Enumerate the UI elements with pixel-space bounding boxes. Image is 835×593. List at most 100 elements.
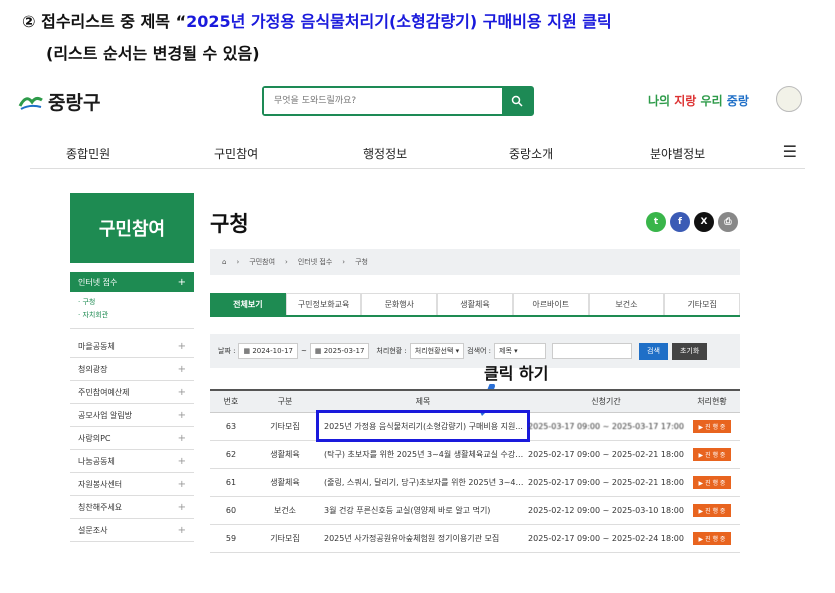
slogan-part-2: 지랑: [674, 94, 701, 108]
status-badge: ▶ 진 행 중: [692, 419, 732, 433]
search-input[interactable]: [264, 88, 502, 114]
sidebar-sub-item[interactable]: · 자치회관: [78, 309, 186, 322]
breadcrumb-item[interactable]: 인터넷 접수: [298, 257, 332, 267]
sidebar-item[interactable]: 공모사업 알림방 +: [70, 404, 194, 427]
cell-category: 기타모집: [252, 412, 318, 441]
status-badge: ▶ 진 행 중: [692, 503, 732, 517]
slogan-part-4: 중랑: [726, 94, 749, 108]
breadcrumb-item[interactable]: 구민참여: [249, 257, 275, 267]
keyword-input[interactable]: [552, 343, 633, 359]
sidebar-sub-menu: · 구청 · 자치회관: [70, 292, 194, 329]
nav-item-about[interactable]: 중랑소개: [509, 145, 553, 162]
table-row: 62 생활체육 (탁구) 초보자를 위한 2025년 3~4월 생활체육교실 수…: [210, 440, 740, 469]
cell-status: ▶ 진 행 중: [684, 524, 740, 553]
sidebar-item[interactable]: 사랑의PC +: [70, 427, 194, 450]
site-logo[interactable]: 중랑구: [18, 88, 100, 115]
sidebar-item[interactable]: 마을공동체 +: [70, 335, 194, 358]
filter-bar: 날짜 : ▦ 2024-10-17 ~ ▦ 2025-03-17 처리현황 : …: [210, 334, 740, 368]
status-label: 처리현황 :: [376, 347, 407, 355]
cell-period: 2025-02-17 09:00 ~ 2025-02-24 18:00: [528, 524, 684, 553]
tab-all[interactable]: 전체보기: [210, 293, 286, 315]
slogan-part-3: 우리: [700, 94, 727, 108]
plus-icon: +: [177, 276, 186, 288]
sidebar-item[interactable]: 설문조사 +: [70, 519, 194, 542]
sidebar: 인터넷 접수 + · 구청 · 자치회관 마을공동체 + 청의광장 + 주민참여예산제…: [70, 272, 194, 542]
calendar-icon: ▦: [314, 347, 324, 355]
col-status: 처리현황: [684, 389, 740, 413]
tab-sports[interactable]: 생활체육: [437, 293, 513, 315]
cell-no: 59: [210, 524, 252, 553]
nav-item-civil[interactable]: 종합민원: [66, 145, 110, 162]
sidebar-item[interactable]: 나눔공동체 +: [70, 450, 194, 473]
target-title-link[interactable]: 2025년 가정용 음식물처리기(소형감량기) 구매비용 지원...: [316, 410, 530, 442]
row-title-link[interactable]: 2025년 사가정공원유아숲체험원 정기이용기관 모집: [318, 524, 528, 553]
instruction-prefix: ② 접수리스트 중 제목 “: [22, 12, 187, 31]
breadcrumb-item[interactable]: 구청: [355, 257, 368, 267]
sidebar-item-label: 인터넷 접수: [78, 277, 118, 287]
cell-no: 61: [210, 468, 252, 497]
talk-share-icon[interactable]: t: [646, 212, 666, 232]
click-annotation: 클릭 하기: [484, 364, 549, 383]
slogan: 나의 지랑 우리 중랑: [648, 92, 749, 109]
hamburger-icon[interactable]: ☰: [783, 142, 797, 161]
search-box: [262, 86, 534, 116]
sidebar-item[interactable]: 칭찬해주세요 +: [70, 496, 194, 519]
date-sep: ~: [301, 347, 307, 355]
tab-it-education[interactable]: 구민정보화교육: [285, 293, 362, 315]
plus-icon: +: [177, 409, 186, 421]
instruction-line-1: ② 접수리스트 중 제목 “2025년 가정용 음식물처리기(소형감량기) 구매…: [22, 8, 612, 32]
print-icon[interactable]: ⎙: [718, 212, 738, 232]
logo-mark-icon: [18, 96, 43, 110]
plus-icon: +: [177, 524, 186, 536]
sidebar-item[interactable]: 청의광장 +: [70, 358, 194, 381]
chevron-down-icon: ▾: [455, 347, 460, 355]
col-category: 구분: [252, 389, 318, 413]
logo-text: 중랑구: [48, 92, 101, 114]
search-field-select[interactable]: 제목 ▾: [494, 343, 547, 359]
plus-icon: +: [177, 386, 186, 398]
status-select[interactable]: 처리현황선택 ▾: [409, 343, 465, 359]
slogan-part-1: 나의: [648, 94, 675, 108]
nav-item-admin[interactable]: 행정정보: [363, 145, 407, 162]
cell-period: 2025-02-17 09:00 ~ 2025-02-21 18:00: [528, 468, 684, 497]
search-button[interactable]: [502, 88, 532, 114]
cell-status: ▶ 진 행 중: [684, 496, 740, 525]
plus-icon: +: [177, 363, 186, 375]
tab-health[interactable]: 보건소: [588, 293, 665, 315]
table-header-row: 번호 구분 제목 신청기간 처리현황: [210, 389, 740, 413]
cell-status: ▶ 진 행 중: [684, 468, 740, 497]
nav-item-fields[interactable]: 분야별정보: [650, 145, 705, 162]
col-period: 신청기간: [528, 389, 684, 413]
application-table: 번호 구분 제목 신청기간 처리현황 63 기타모집 2025년 가정용 음식물…: [210, 389, 740, 553]
facebook-share-icon[interactable]: f: [670, 212, 690, 232]
search-field-label: 검색어 :: [467, 347, 492, 355]
row-title-link[interactable]: 3월 건강 푸른신호등 교실(영양제 바로 알고 먹기): [318, 496, 528, 525]
row-title-link[interactable]: (탁구) 초보자를 위한 2025년 3~4월 생활체육교실 수강생...: [318, 440, 528, 469]
breadcrumb: ⌂ › 구민참여 › 인터넷 접수 › 구청: [210, 249, 740, 275]
sidebar-item[interactable]: 자원봉사센터 +: [70, 473, 194, 496]
breadcrumb-sep: ›: [342, 258, 346, 266]
col-title: 제목: [318, 389, 528, 413]
tab-part-time[interactable]: 아르바이트: [512, 293, 589, 315]
tab-culture[interactable]: 문화행사: [361, 293, 438, 315]
sidebar-item[interactable]: 주민참여예산제 +: [70, 381, 194, 404]
x-share-icon[interactable]: X: [694, 212, 714, 232]
sidebar-sub-item[interactable]: · 구청: [78, 296, 186, 309]
status-badge: ▶ 진 행 중: [692, 447, 732, 461]
main-nav: 종합민원 구민참여 행정정보 중랑소개 분야별정보 ☰: [30, 139, 805, 169]
tab-other[interactable]: 기타모집: [664, 293, 741, 315]
cell-category: 생활체육: [252, 468, 318, 497]
breadcrumb-sep: ›: [285, 258, 288, 266]
cell-no: 60: [210, 496, 252, 525]
filter-search-button[interactable]: 검색: [639, 342, 668, 360]
row-title-link[interactable]: (줄링, 스쿼시, 달리기, 당구)초보자를 위한 2025년 3~4월...: [318, 468, 528, 497]
category-tabs: 전체보기 구민정보화교육 문화행사 생활체육 아르바이트 보건소 기타모집: [210, 293, 741, 317]
sidebar-item-internet[interactable]: 인터넷 접수 +: [70, 272, 194, 292]
nav-item-participation[interactable]: 구민참여: [214, 145, 258, 162]
plus-icon: +: [177, 432, 186, 444]
date-to-field[interactable]: ▦ 2025-03-17: [309, 343, 370, 359]
reset-button[interactable]: 초기화: [671, 342, 708, 360]
calendar-icon: ▦: [243, 347, 253, 355]
home-icon[interactable]: ⌂: [222, 258, 226, 266]
date-from-field[interactable]: ▦ 2024-10-17: [238, 343, 298, 359]
